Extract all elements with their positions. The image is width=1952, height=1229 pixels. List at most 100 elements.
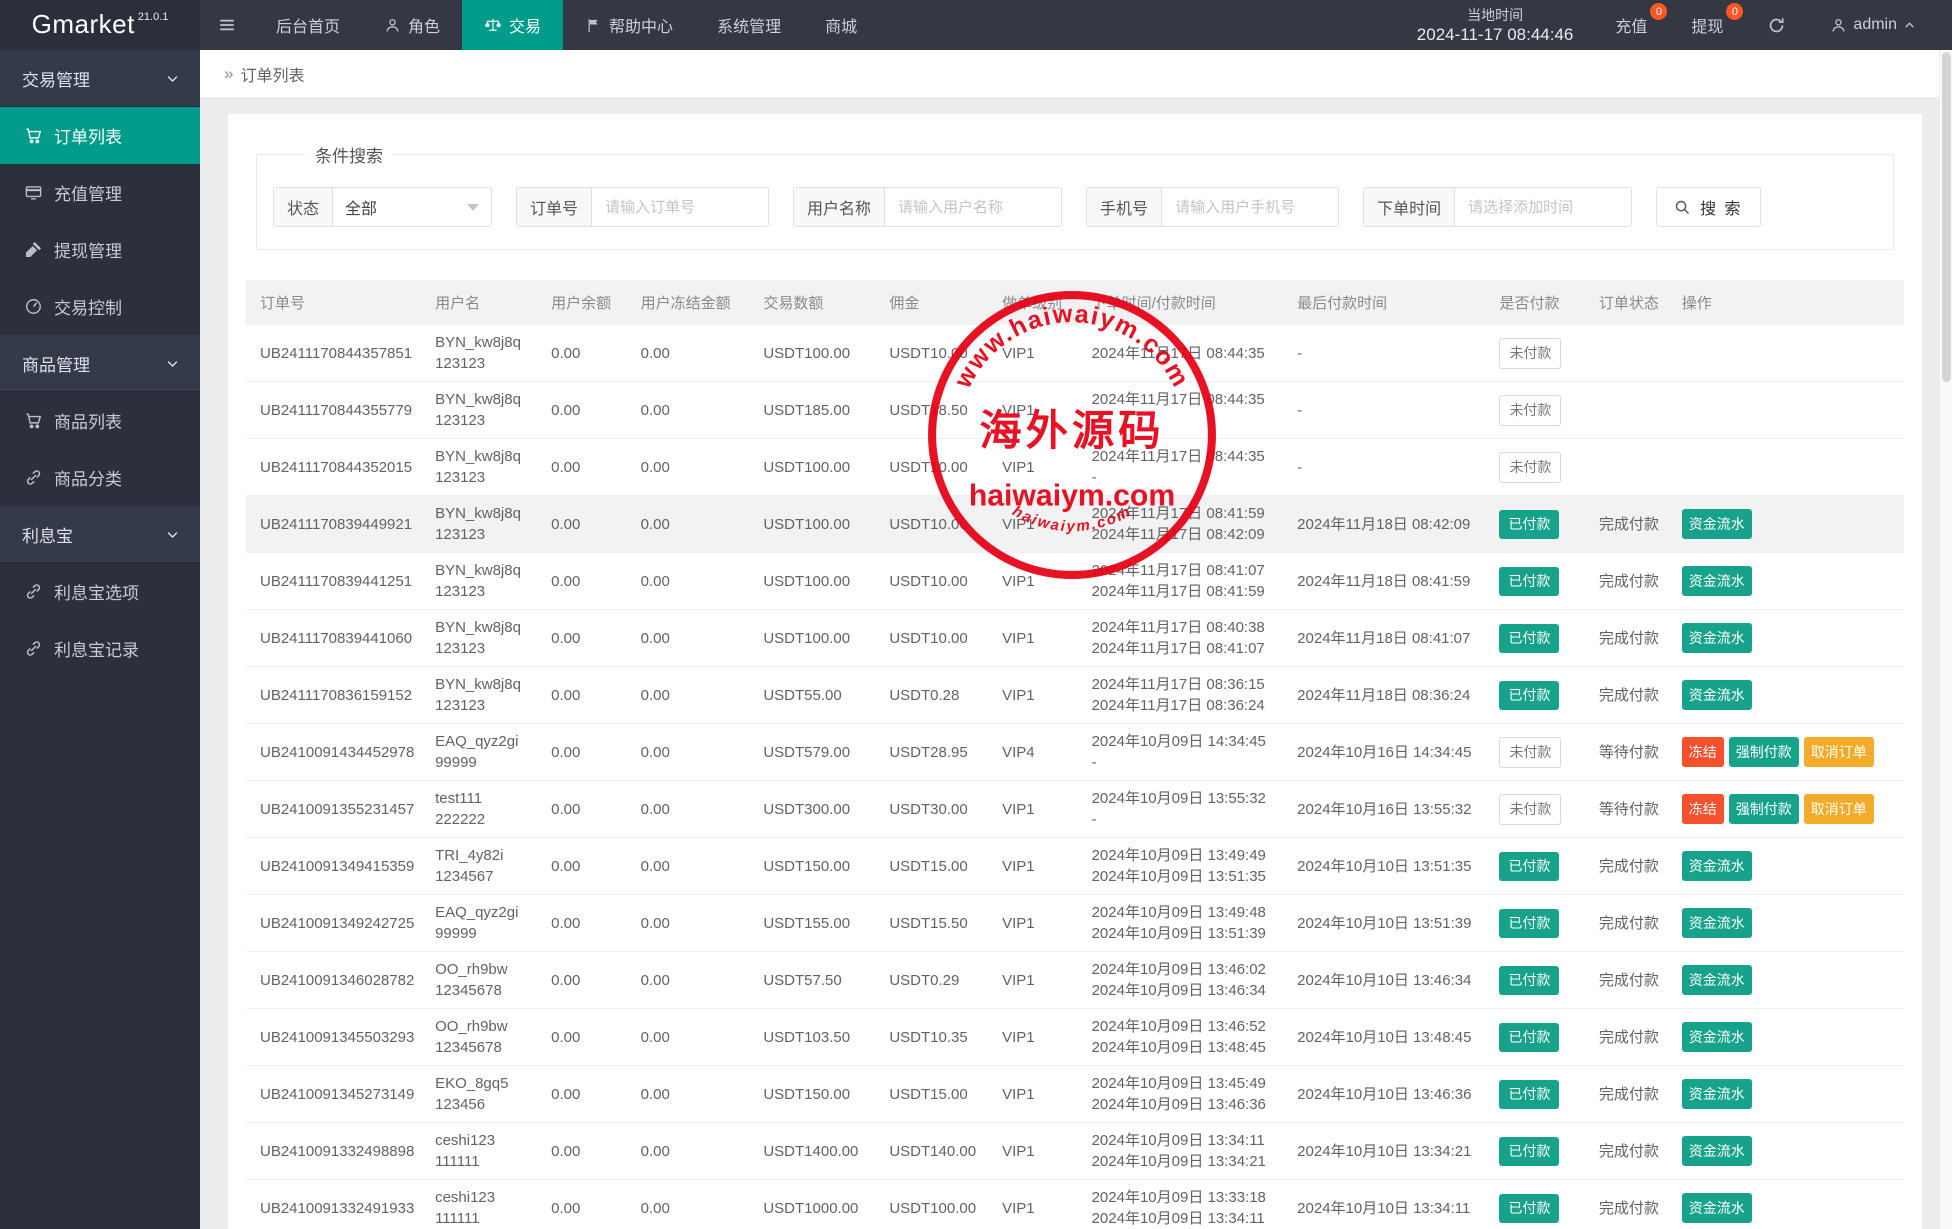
funds-flow-button[interactable]: 资金流水 xyxy=(1682,851,1752,881)
cell-frozen: 0.00 xyxy=(631,1180,754,1229)
funds-flow-button[interactable]: 资金流水 xyxy=(1682,1136,1752,1166)
nav-item-home[interactable]: 后台首页 xyxy=(254,0,362,50)
column-header: 订单号 xyxy=(246,280,425,325)
nav-item-roles[interactable]: 角色 xyxy=(362,0,462,50)
cancel-order-button[interactable]: 取消订单 xyxy=(1804,794,1874,824)
force-pay-button[interactable]: 强制付款 xyxy=(1729,737,1799,767)
nav-item-label: 角色 xyxy=(408,13,440,37)
cell-pay-status: 已付款 xyxy=(1489,1009,1588,1066)
cell-commission: USDT10.00 xyxy=(879,496,992,553)
orders-card: 条件搜索 状态 全部 订单号 用户名称 xyxy=(228,114,1922,1229)
cell-order-no: UB2411170839441251 xyxy=(246,553,425,610)
cell-order-no: UB2410091346028782 xyxy=(246,952,425,1009)
sidebar-item-goods-category[interactable]: 商品分类 xyxy=(0,449,200,506)
refresh-button[interactable] xyxy=(1745,0,1808,50)
cell-username: EKO_8gq5123456 xyxy=(425,1066,541,1123)
cell-balance: 0.00 xyxy=(541,724,631,781)
cell-frozen: 0.00 xyxy=(631,496,754,553)
nav-item-withdraw[interactable]: 提现 0 xyxy=(1669,0,1745,50)
cell-frozen: 0.00 xyxy=(631,895,754,952)
nav-item-help[interactable]: 帮助中心 xyxy=(563,0,695,50)
sidebar-group-interest[interactable]: 利息宝 xyxy=(0,506,200,563)
cell-order-time: 2024年10月09日 13:46:522024年10月09日 13:48:45 xyxy=(1082,1009,1288,1066)
admin-menu[interactable]: admin xyxy=(1808,0,1938,50)
cell-commission: USDT140.00 xyxy=(879,1123,992,1180)
freeze-button[interactable]: 冻结 xyxy=(1682,737,1724,767)
column-header: 用户余额 xyxy=(541,280,631,325)
order-time-input[interactable] xyxy=(1455,188,1631,226)
pay-status-badge: 已付款 xyxy=(1499,909,1559,938)
cell-order-no: UB2410091355231457 xyxy=(246,781,425,838)
sidebar-group-goods[interactable]: 商品管理 xyxy=(0,335,200,392)
content-area: 条件搜索 状态 全部 订单号 用户名称 xyxy=(200,97,1952,1229)
admin-label: admin xyxy=(1853,16,1897,34)
cell-amount: USDT1000.00 xyxy=(753,1180,879,1229)
order-no-filter: 订单号 xyxy=(516,187,769,227)
cell-commission: USDT30.00 xyxy=(879,781,992,838)
status-select[interactable]: 全部 xyxy=(333,188,491,226)
sidebar-toggle-button[interactable] xyxy=(200,0,254,50)
pay-status-badge: 未付款 xyxy=(1499,338,1561,369)
cell-level: VIP1 xyxy=(992,610,1082,667)
scrollbar[interactable] xyxy=(1939,50,1952,1229)
funds-flow-button[interactable]: 资金流水 xyxy=(1682,509,1752,539)
funds-flow-button[interactable]: 资金流水 xyxy=(1682,680,1752,710)
sidebar-item-recharge-mgmt[interactable]: 充值管理 xyxy=(0,164,200,221)
freeze-button[interactable]: 冻结 xyxy=(1682,794,1724,824)
cell-level: VIP4 xyxy=(992,724,1082,781)
sidebar-group-trade[interactable]: 交易管理 xyxy=(0,50,200,107)
chevron-down-icon xyxy=(165,356,180,371)
nav-item-system[interactable]: 系统管理 xyxy=(695,0,803,50)
cell-level: VIP1 xyxy=(992,895,1082,952)
sidebar-item-withdraw-mgmt[interactable]: 提现管理 xyxy=(0,221,200,278)
funds-flow-button[interactable]: 资金流水 xyxy=(1682,1079,1752,1109)
table-row: UB2410091332491933ceshi1231111110.000.00… xyxy=(246,1180,1904,1229)
pay-status-badge: 未付款 xyxy=(1499,794,1561,825)
cell-frozen: 0.00 xyxy=(631,724,754,781)
order-no-input[interactable] xyxy=(592,188,768,226)
nav-item-recharge[interactable]: 充值 0 xyxy=(1593,0,1669,50)
funds-flow-button[interactable]: 资金流水 xyxy=(1682,1022,1752,1052)
funds-flow-button[interactable]: 资金流水 xyxy=(1682,1193,1752,1223)
column-header: 最后付款时间 xyxy=(1287,280,1489,325)
search-button[interactable]: 搜 索 xyxy=(1656,187,1760,227)
withdraw-count-badge: 0 xyxy=(1726,3,1743,20)
cell-amount: USDT579.00 xyxy=(753,724,879,781)
breadcrumb: » 订单列表 xyxy=(200,50,1952,97)
sidebar-item-label: 提现管理 xyxy=(54,237,122,262)
nav-item-trade[interactable]: 交易 xyxy=(462,0,563,50)
cell-pay-status: 已付款 xyxy=(1489,610,1588,667)
funds-flow-button[interactable]: 资金流水 xyxy=(1682,623,1752,653)
sidebar-item-goods-list[interactable]: 商品列表 xyxy=(0,392,200,449)
cell-actions: 资金流水 xyxy=(1672,610,1904,667)
force-pay-button[interactable]: 强制付款 xyxy=(1729,794,1799,824)
sidebar-item-trade-control[interactable]: 交易控制 xyxy=(0,278,200,335)
cell-balance: 0.00 xyxy=(541,838,631,895)
nav-item-mall[interactable]: 商城 xyxy=(803,0,879,50)
cell-order-status: 完成付款 xyxy=(1589,1009,1672,1066)
scrollbar-thumb[interactable] xyxy=(1942,52,1951,382)
cell-level: VIP1 xyxy=(992,1009,1082,1066)
cell-amount: USDT1400.00 xyxy=(753,1123,879,1180)
cell-balance: 0.00 xyxy=(541,667,631,724)
funds-flow-button[interactable]: 资金流水 xyxy=(1682,566,1752,596)
phone-input[interactable] xyxy=(1162,188,1338,226)
page-title: 订单列表 xyxy=(240,62,304,86)
sidebar-item-interest-records[interactable]: 利息宝记录 xyxy=(0,620,200,677)
search-filters: 状态 全部 订单号 用户名称 xyxy=(273,187,1877,227)
status-select-value: 全部 xyxy=(345,195,377,219)
cell-order-time: 2024年10月09日 13:49:482024年10月09日 13:51:39 xyxy=(1082,895,1288,952)
username-input[interactable] xyxy=(885,188,1061,226)
funds-flow-button[interactable]: 资金流水 xyxy=(1682,908,1752,938)
cancel-order-button[interactable]: 取消订单 xyxy=(1804,737,1874,767)
cell-actions xyxy=(1672,439,1904,496)
cell-actions: 资金流水 xyxy=(1672,838,1904,895)
cart-icon xyxy=(24,411,43,430)
sidebar-item-order-list[interactable]: 订单列表 xyxy=(0,107,200,164)
column-header: 用户冻结金额 xyxy=(631,280,754,325)
sidebar-item-interest-options[interactable]: 利息宝选项 xyxy=(0,563,200,620)
cell-amount: USDT150.00 xyxy=(753,838,879,895)
funds-flow-button[interactable]: 资金流水 xyxy=(1682,965,1752,995)
table-row: UB2411170836159152BYN_kw8j8q1231230.000.… xyxy=(246,667,1904,724)
cell-order-status: 完成付款 xyxy=(1589,838,1672,895)
